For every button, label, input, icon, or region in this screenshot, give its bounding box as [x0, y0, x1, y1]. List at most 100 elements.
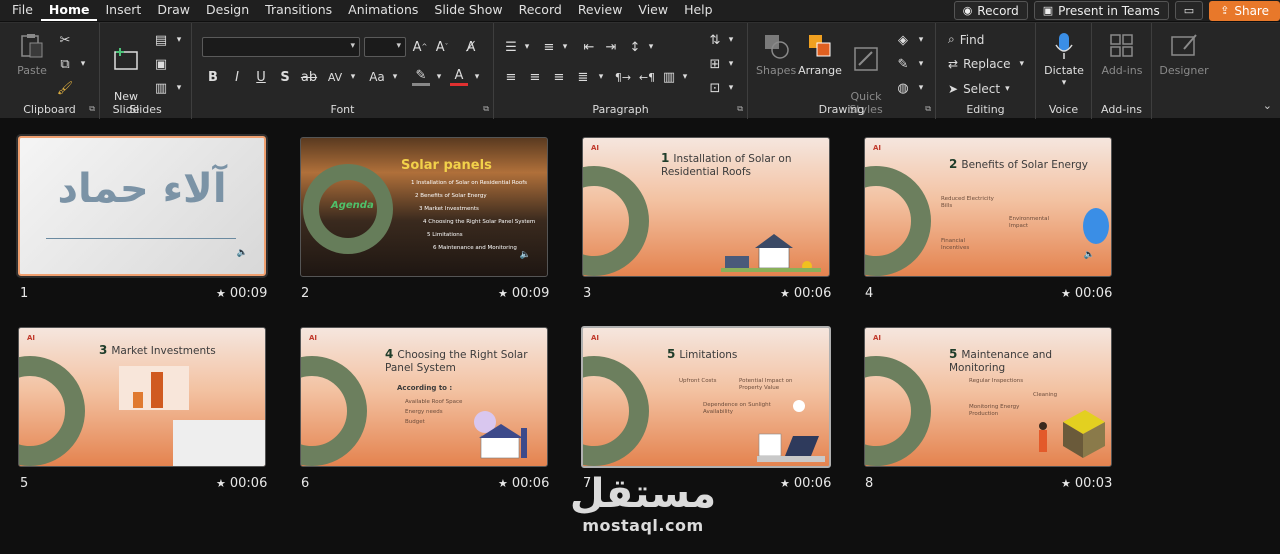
paste-button[interactable]: Paste	[12, 31, 52, 77]
slide-thumbnail-2[interactable]: Agenda Solar panels 1 Installation of So…	[300, 137, 548, 277]
chevron-down-icon[interactable]: ▾	[430, 68, 448, 86]
chevron-down-icon[interactable]: ▾	[556, 38, 574, 56]
find-button[interactable]: ⌕ Find	[948, 32, 984, 47]
bullet-text: Budget	[405, 419, 425, 425]
bold-icon[interactable]: B	[204, 68, 222, 86]
cut-icon[interactable]: ✂	[56, 31, 74, 49]
select-button[interactable]: ➤ Select ▾	[948, 82, 1010, 96]
italic-icon[interactable]: I	[228, 68, 246, 86]
logo: AI	[873, 144, 882, 152]
menu-draw[interactable]: Draw	[149, 0, 198, 21]
ltr-icon[interactable]: ¶→	[614, 68, 632, 86]
chevron-down-icon[interactable]: ▾	[676, 68, 694, 86]
align-right-icon[interactable]: ≡	[550, 68, 568, 86]
slide-thumbnail-4[interactable]: AI 2 Benefits of Solar Energy Reduced Ele…	[864, 137, 1112, 277]
chevron-down-icon[interactable]: ▾	[912, 31, 930, 49]
justify-icon[interactable]: ≣	[574, 68, 592, 86]
record-button[interactable]: ◉ Record	[953, 1, 1028, 20]
align-left-icon[interactable]: ≡	[502, 68, 520, 86]
arrange-button[interactable]: Arrange	[798, 31, 842, 77]
reset-icon[interactable]: ▣	[152, 55, 170, 73]
chevron-down-icon[interactable]: ▾	[468, 68, 486, 86]
chevron-down-icon[interactable]: ▾	[592, 68, 610, 86]
font-size-select[interactable]: ▾	[364, 37, 406, 57]
chevron-down-icon[interactable]: ▾	[722, 31, 740, 49]
chevron-down-icon[interactable]: ▾	[74, 55, 92, 73]
section-icon[interactable]: ▥	[152, 79, 170, 97]
dictate-button[interactable]: Dictate ▾	[1042, 31, 1086, 90]
chevron-down-icon[interactable]: ▾	[722, 79, 740, 97]
menu-view[interactable]: View	[630, 0, 676, 21]
chevron-down-icon[interactable]: ▾	[386, 68, 404, 86]
menu-slide-show[interactable]: Slide Show	[426, 0, 510, 21]
section-title: Limitations	[679, 349, 738, 361]
menu-home[interactable]: Home	[40, 0, 98, 21]
decrease-indent-icon[interactable]: ⇤	[580, 38, 598, 56]
shape-effects-icon[interactable]: ◍	[894, 79, 912, 97]
slide-number: 3	[583, 286, 592, 301]
decrease-font-icon[interactable]: Aˇ	[433, 38, 451, 56]
comments-button[interactable]: ▭	[1174, 1, 1204, 20]
menu-bar: File Home Insert Draw Design Transitions…	[0, 0, 1280, 21]
addins-group: Add-ins Add-ins	[1092, 23, 1152, 119]
underline-icon[interactable]: U	[252, 68, 270, 86]
dialog-launcher-icon[interactable]: ⧉	[925, 104, 931, 114]
collapse-ribbon-icon[interactable]: ⌄	[1263, 99, 1272, 112]
font-color-icon[interactable]: A	[450, 68, 468, 86]
menu-record[interactable]: Record	[511, 0, 570, 21]
dialog-launcher-icon[interactable]: ⧉	[89, 104, 95, 114]
menu-file[interactable]: File	[0, 0, 41, 21]
present-in-teams-button[interactable]: ▣ Present in Teams	[1033, 1, 1169, 20]
designer-button[interactable]: Designer	[1158, 31, 1210, 77]
menu-design[interactable]: Design	[198, 0, 257, 21]
chevron-down-icon[interactable]: ▾	[518, 38, 536, 56]
menu-transitions[interactable]: Transitions	[257, 0, 340, 21]
menu-review[interactable]: Review	[570, 0, 631, 21]
increase-indent-icon[interactable]: ⇥	[602, 38, 620, 56]
format-painter-icon[interactable]: 🖌	[56, 79, 74, 97]
slide-thumbnail-6[interactable]: AI 4 Choosing the Right Solar Panel Syste…	[300, 327, 548, 467]
agenda-item: 4 Choosing the Right Solar Panel System	[423, 219, 536, 225]
share-button[interactable]: ⇪ Share	[1209, 0, 1280, 21]
slide-thumbnail-3[interactable]: AI 1 Installation of Solar on Residential…	[582, 137, 830, 277]
menu-help[interactable]: Help	[676, 0, 721, 21]
shadow-icon[interactable]: S	[276, 68, 294, 86]
align-center-icon[interactable]: ≡	[526, 68, 544, 86]
shape-outline-icon[interactable]: ✎	[894, 55, 912, 73]
chevron-down-icon[interactable]: ▾	[170, 31, 188, 49]
copy-icon[interactable]: ⧉	[56, 55, 74, 73]
sun-icon	[793, 400, 805, 412]
addins-button[interactable]: Add-ins	[1100, 31, 1144, 77]
shape-fill-icon[interactable]: ◈	[894, 31, 912, 49]
dialog-launcher-icon[interactable]: ⧉	[483, 104, 489, 114]
chevron-down-icon[interactable]: ▾	[344, 68, 362, 86]
bullet-text: Available Roof Space	[405, 399, 463, 405]
chevron-down-icon[interactable]: ▾	[912, 79, 930, 97]
bullet-text: Reduced Electricity Bills	[941, 196, 994, 209]
character-spacing-icon[interactable]: AV	[326, 68, 344, 86]
comment-icon: ▭	[1183, 4, 1195, 17]
slide-thumbnail-1[interactable]: آلاء حماد 🔈	[16, 134, 268, 278]
layout-icon[interactable]: ▤	[152, 31, 170, 49]
chevron-down-icon[interactable]: ▾	[170, 79, 188, 97]
rtl-icon[interactable]: ←¶	[638, 68, 656, 86]
font-family-select[interactable]: ▾	[202, 37, 360, 57]
clear-formatting-icon[interactable]: A̸	[462, 38, 480, 56]
shapes-button[interactable]: Shapes	[756, 31, 796, 77]
change-case-icon[interactable]: Aa	[368, 68, 386, 86]
chevron-down-icon[interactable]: ▾	[912, 55, 930, 73]
menu-animations[interactable]: Animations	[340, 0, 426, 21]
slide-number: 2	[301, 286, 310, 301]
dialog-launcher-icon[interactable]: ⧉	[737, 104, 743, 114]
highlight-icon[interactable]: ✎	[412, 68, 430, 86]
slide-thumbnail-8[interactable]: AI 5 Maintenance and Monitoring Regular I…	[864, 327, 1112, 467]
strikethrough-icon[interactable]: ab	[300, 68, 318, 86]
increase-font-icon[interactable]: A ^	[411, 38, 429, 56]
replace-button[interactable]: ⇄ Replace ▾	[948, 57, 1024, 71]
slide-thumbnail-7[interactable]: AI 5 Limitations Upfront Costs Potential …	[581, 326, 831, 468]
chevron-down-icon[interactable]: ▾	[722, 55, 740, 73]
chevron-down-icon[interactable]: ▾	[642, 38, 660, 56]
menu-insert[interactable]: Insert	[97, 0, 149, 21]
slide-duration: ★ 00:09	[498, 286, 549, 301]
slide-thumbnail-5[interactable]: AI 3 Market Investments	[18, 327, 266, 467]
